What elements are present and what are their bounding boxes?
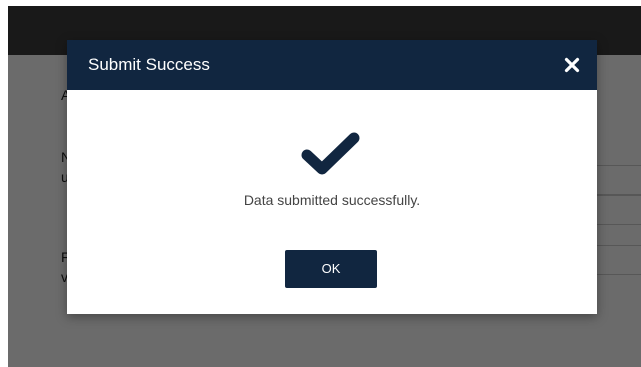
ok-button[interactable]: OK xyxy=(285,250,377,288)
checkmark-icon xyxy=(300,130,362,178)
close-icon xyxy=(564,57,580,73)
screen: A N u F v Submit Success Data submitted … xyxy=(0,0,641,367)
dialog-title: Submit Success xyxy=(88,55,210,74)
dialog-header: Submit Success xyxy=(67,40,597,90)
success-message: Data submitted successfully. xyxy=(243,192,421,208)
close-button[interactable] xyxy=(559,53,585,77)
submit-success-dialog: Submit Success Data submitted successful… xyxy=(67,40,597,314)
